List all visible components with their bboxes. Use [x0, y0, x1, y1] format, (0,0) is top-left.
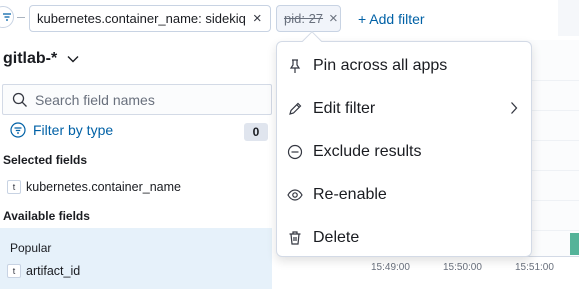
chevron-right-icon [511, 102, 518, 114]
eye-icon [287, 188, 303, 201]
index-pattern-label: gitlab-* [3, 50, 58, 67]
minus-circle-icon [287, 144, 303, 159]
available-fields-title: Available fields [3, 209, 90, 223]
x-tick-label: 15:50:00 [443, 262, 482, 273]
remove-filter-icon[interactable]: × [323, 10, 340, 27]
field-name: kubernetes.container_name [26, 180, 181, 194]
filter-options-button[interactable] [0, 6, 14, 28]
filter-pill-label: kubernetes.container_name: sidekiq [37, 11, 246, 26]
filter-pill-label: pid: 27 [284, 11, 324, 26]
trash-icon [289, 230, 301, 245]
menu-item-label: Exclude results [313, 142, 422, 160]
menu-item-label: Pin across all apps [313, 56, 448, 74]
discover-page: kubernetes.container_name: sidekiq × pid… [0, 0, 579, 289]
string-type-icon: t [7, 264, 21, 278]
menu-item-label: Re-enable [313, 185, 387, 203]
histogram-bar[interactable] [570, 233, 579, 255]
popular-fields-group [0, 228, 272, 289]
filter-by-type-label: Filter by type [33, 122, 114, 138]
chevron-down-icon [67, 56, 79, 63]
field-name: artifact_id [26, 264, 81, 278]
menu-item-label: Edit filter [313, 99, 376, 117]
filter-by-type-button[interactable]: Filter by type [10, 122, 113, 138]
field-item[interactable]: t kubernetes.container_name [7, 180, 181, 194]
delete-item[interactable]: Delete [277, 216, 533, 259]
search-icon [12, 92, 27, 107]
selected-fields-title: Selected fields [3, 153, 88, 167]
toolbar-edge [558, 0, 579, 36]
filter-context-menu: Pin across all apps Edit filter Exclude … [276, 41, 532, 257]
pencil-icon [289, 102, 302, 115]
filter-count-badge: 0 [244, 123, 268, 141]
remove-filter-icon[interactable]: × [246, 10, 268, 27]
filter-lines-icon [3, 13, 11, 21]
filter-icon [10, 122, 26, 138]
string-type-icon: t [7, 180, 21, 194]
field-search-box[interactable] [2, 84, 272, 115]
exclude-results-item[interactable]: Exclude results [277, 130, 533, 173]
menu-item-label: Delete [313, 228, 360, 246]
filter-pill-pid[interactable]: pid: 27 × [276, 5, 341, 32]
search-field-names-input[interactable] [35, 91, 255, 108]
divider [17, 17, 25, 18]
filter-pill-container-name[interactable]: kubernetes.container_name: sidekiq × [29, 5, 271, 32]
re-enable-item[interactable]: Re-enable [277, 173, 533, 216]
x-tick-label: 15:49:00 [371, 262, 410, 273]
field-item[interactable]: t artifact_id [7, 264, 80, 278]
index-pattern-selector[interactable]: gitlab-* [3, 50, 79, 68]
pin-across-all-apps-item[interactable]: Pin across all apps [277, 44, 533, 87]
popular-label: Popular [10, 241, 52, 255]
add-filter-button[interactable]: + Add filter [358, 11, 425, 27]
edit-filter-item[interactable]: Edit filter [277, 87, 533, 130]
x-tick-label: 15:51:00 [515, 262, 554, 273]
pin-icon [289, 58, 301, 73]
